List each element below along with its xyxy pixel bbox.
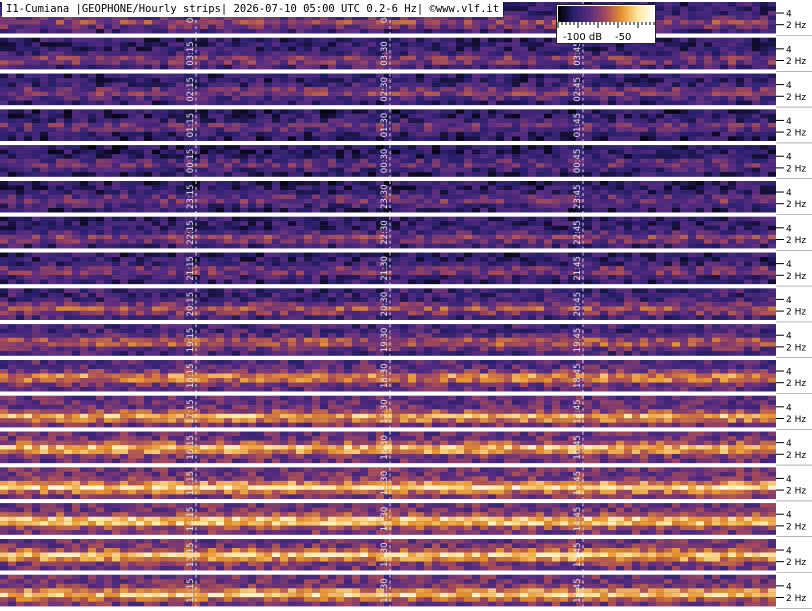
- spectrogram-figure: 04 04 03:15 03:30 03:45 02:15 02:30 02:45 01:15 0…: [0, 0, 812, 611]
